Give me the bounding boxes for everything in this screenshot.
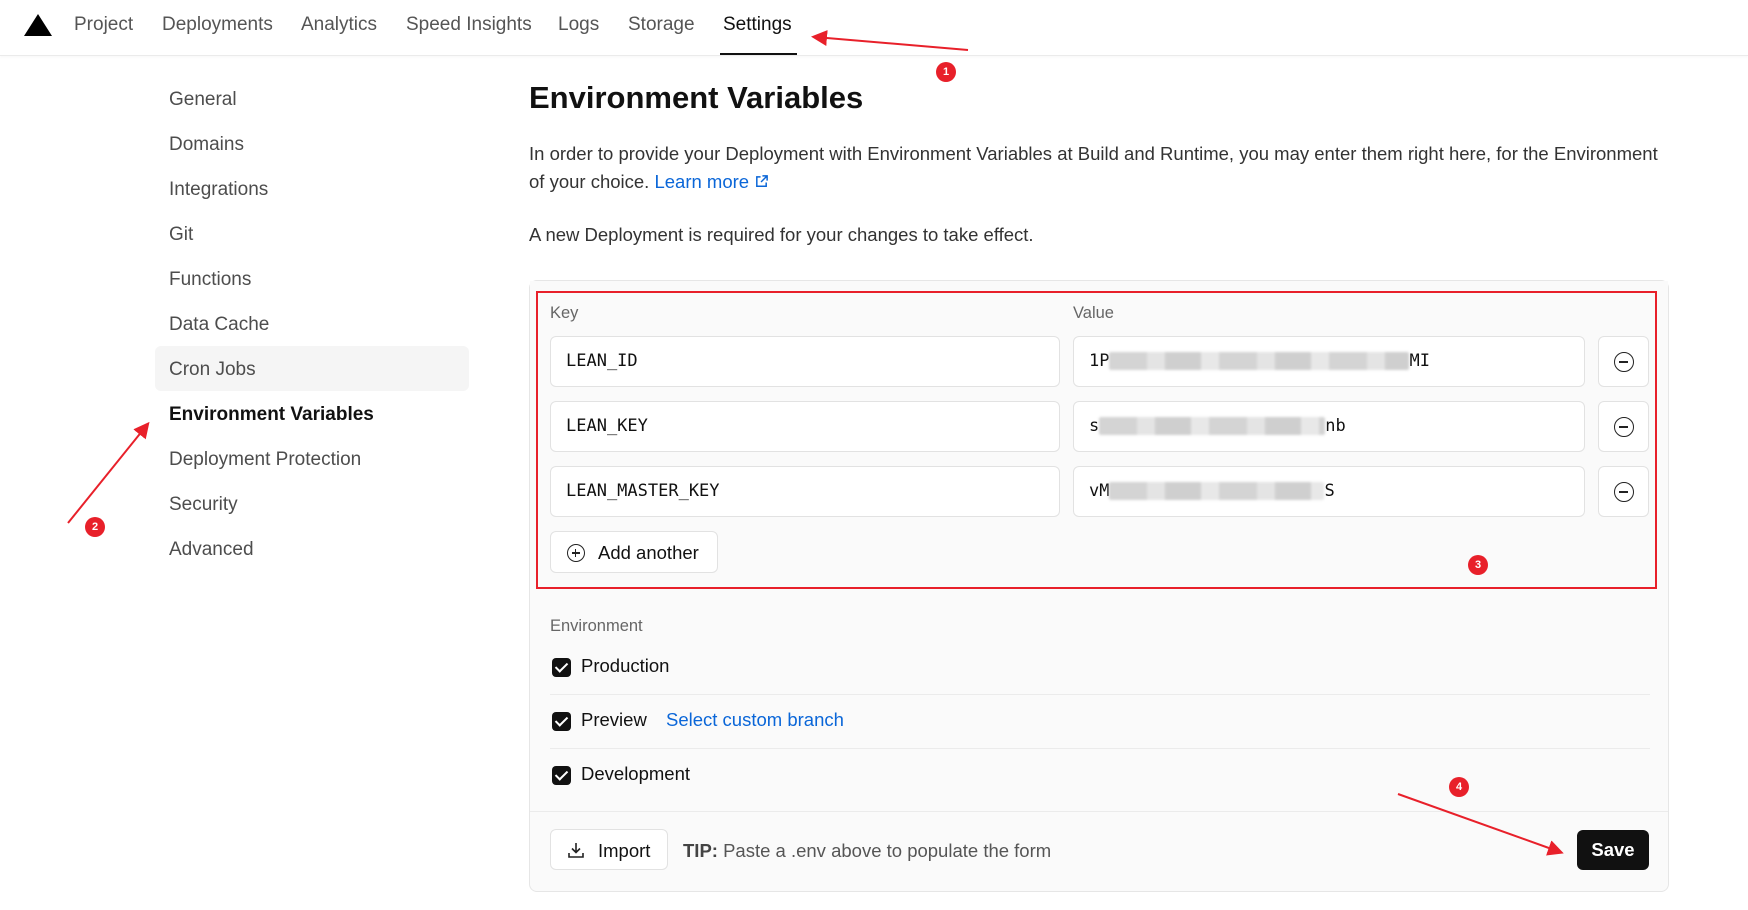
preview-checkbox[interactable] [552, 712, 571, 731]
annotation-marker-2: 2 [85, 517, 105, 537]
tab-speed-insights[interactable]: Speed Insights [406, 14, 532, 36]
description: In order to provide your Deployment with… [529, 140, 1669, 196]
sidebar-item-domains[interactable]: Domains [169, 134, 244, 156]
environment-label: Environment [550, 617, 643, 635]
tab-settings[interactable]: Settings [723, 14, 792, 36]
learn-more-link[interactable]: Learn more [654, 171, 769, 192]
annotation-marker-4: 4 [1449, 777, 1469, 797]
env-name: Development [581, 763, 691, 784]
redeploy-notice: A new Deployment is required for your ch… [529, 224, 1034, 245]
annotation-highlight-box [536, 291, 1657, 589]
sidebar-item-integrations[interactable]: Integrations [169, 179, 268, 201]
env-name: Production [581, 655, 670, 676]
tab-storage[interactable]: Storage [628, 14, 695, 36]
sidebar-item-git[interactable]: Git [169, 224, 193, 246]
select-custom-branch-link[interactable]: Select custom branch [666, 709, 844, 731]
sidebar-item-general[interactable]: General [169, 89, 237, 111]
sidebar-item-security[interactable]: Security [169, 494, 238, 516]
save-button[interactable]: Save [1577, 830, 1649, 870]
sidebar-item-cron-jobs[interactable]: Cron Jobs [169, 359, 256, 381]
import-button[interactable]: Import [550, 829, 668, 870]
triangle-logo-icon[interactable] [24, 14, 52, 36]
tab-analytics[interactable]: Analytics [301, 14, 377, 36]
sidebar-item-advanced[interactable]: Advanced [169, 539, 254, 561]
annotation-marker-3: 3 [1468, 555, 1488, 575]
download-icon [568, 843, 584, 858]
tip-message: Paste a .env above to populate the form [723, 840, 1052, 861]
annotation-marker-1: 1 [936, 62, 956, 82]
development-checkbox[interactable] [552, 766, 571, 785]
tip-text: TIP: Paste a .env above to populate the … [683, 840, 1051, 862]
tab-project[interactable]: Project [74, 14, 133, 36]
page-title: Environment Variables [529, 80, 864, 115]
sidebar-item-deployment-protection[interactable]: Deployment Protection [169, 449, 361, 471]
env-row-development: Development [550, 749, 1650, 803]
env-row-production: Production [550, 641, 1650, 695]
top-nav: Project Deployments Analytics Speed Insi… [0, 0, 1748, 56]
tab-logs[interactable]: Logs [558, 14, 599, 36]
external-link-icon [756, 175, 769, 187]
tip-prefix: TIP: [683, 840, 718, 861]
active-tab-indicator [720, 53, 797, 55]
tab-deployments[interactable]: Deployments [162, 14, 273, 36]
sidebar-item-data-cache[interactable]: Data Cache [169, 314, 269, 336]
env-row-preview: Preview Select custom branch [550, 695, 1650, 749]
import-label: Import [598, 840, 651, 861]
sidebar-item-functions[interactable]: Functions [169, 269, 251, 291]
production-checkbox[interactable] [552, 658, 571, 677]
annotation-arrow [67, 421, 150, 524]
sidebar-item-environment-variables[interactable]: Environment Variables [169, 404, 374, 426]
env-name: Preview [581, 709, 647, 730]
